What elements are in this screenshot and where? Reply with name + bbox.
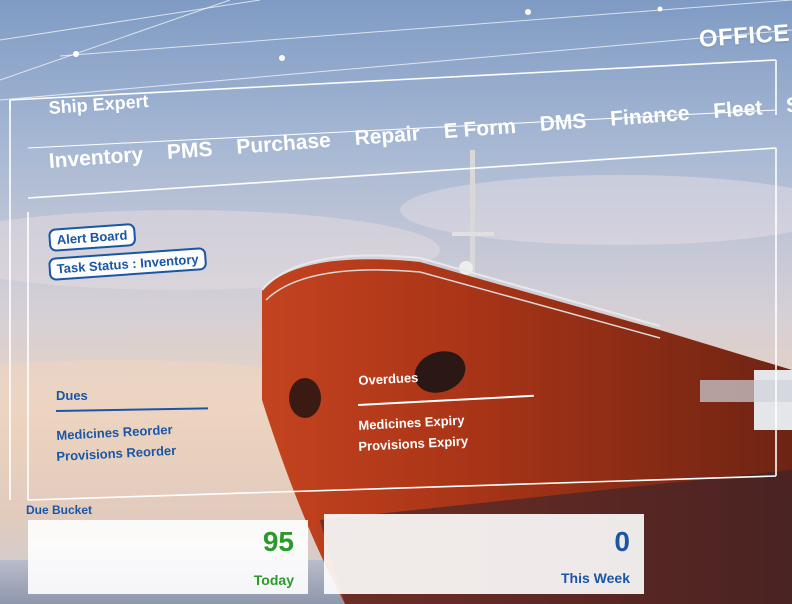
due-this-week-label: This Week <box>561 570 630 586</box>
menu-item-dms[interactable]: DMS <box>539 110 587 137</box>
menu-item-repair[interactable]: Repair <box>354 122 421 151</box>
due-this-week-count: 0 <box>614 526 630 557</box>
due-today-card[interactable]: 95 Today <box>28 520 308 594</box>
overdues-title: Overdues <box>358 369 419 388</box>
menu-item-fleet[interactable]: Fleet <box>712 96 763 124</box>
menu-item-sa[interactable]: Sa <box>785 93 792 119</box>
dues-title: Dues <box>56 388 88 403</box>
due-today-label: Today <box>253 572 294 588</box>
menu-item-pms[interactable]: PMS <box>166 138 213 165</box>
due-this-week-card[interactable]: 0 This Week <box>324 514 644 594</box>
due-bucket-title: Due Bucket <box>26 503 93 517</box>
due-today-count: 95 <box>262 526 294 557</box>
